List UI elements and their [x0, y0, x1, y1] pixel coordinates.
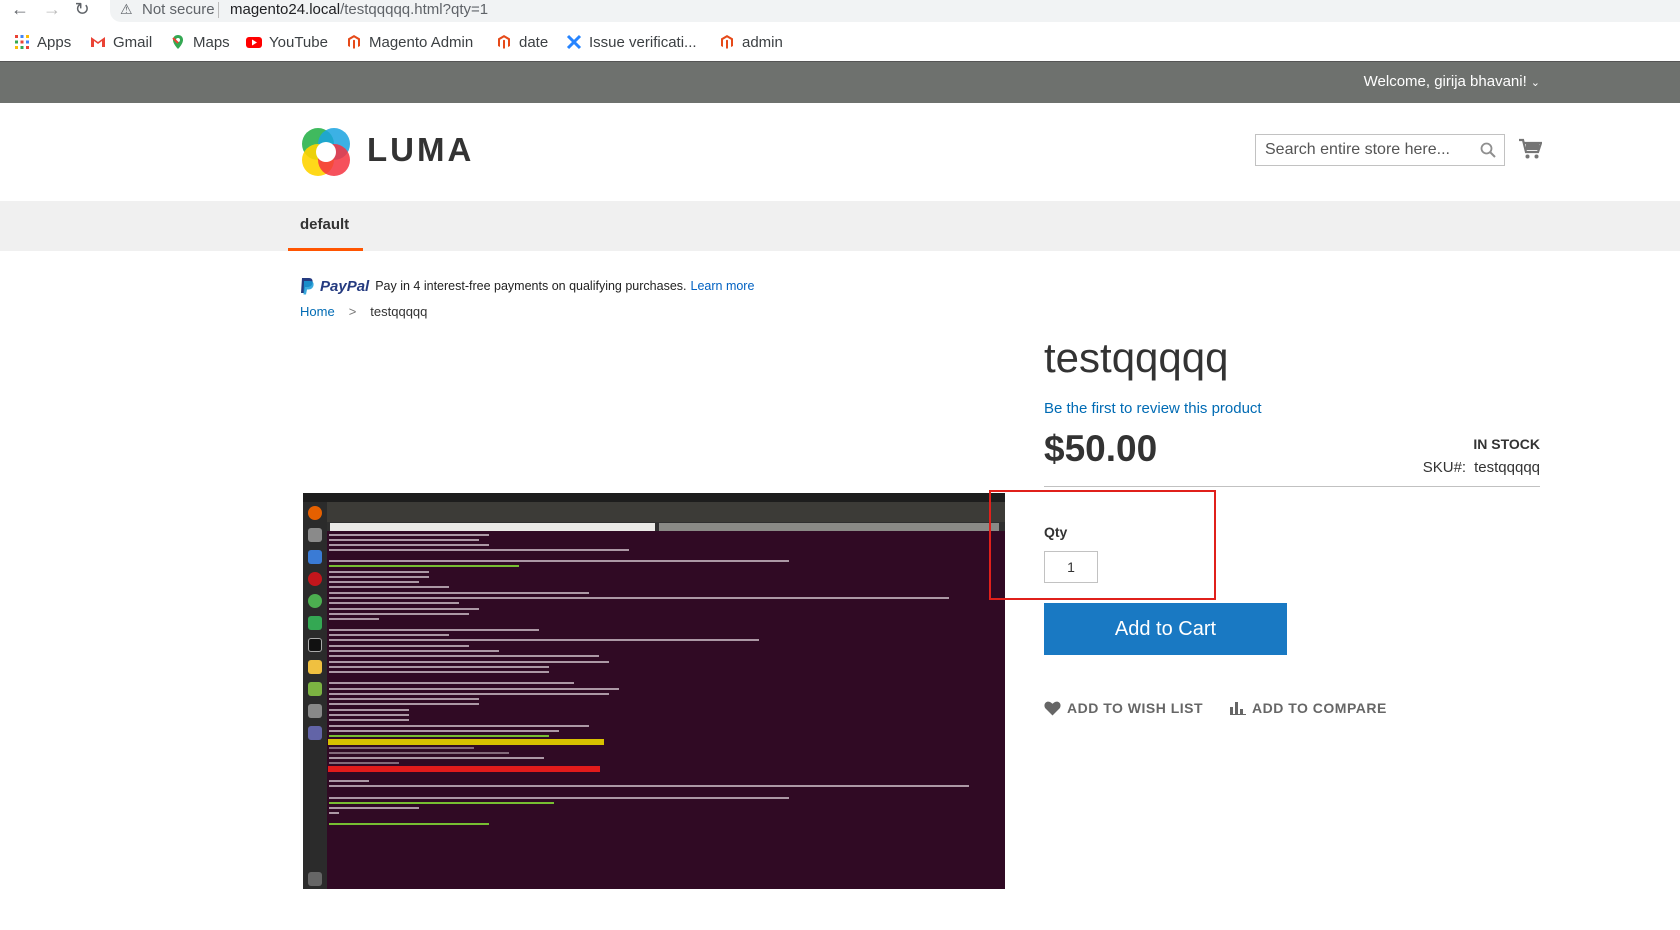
add-to-cart-button[interactable]: Add to Cart: [1044, 603, 1287, 655]
search-placeholder: Search entire store here...: [1265, 141, 1450, 158]
url-separator: [218, 2, 219, 18]
magento-icon: [496, 34, 512, 50]
paypal-brand: PayPal: [320, 277, 370, 295]
bookmark-admin[interactable]: admin: [719, 32, 783, 52]
customer-menu[interactable]: Welcome, girija bhavani! ⌄: [1364, 73, 1540, 90]
url-host: magento24.local: [230, 1, 341, 18]
bookmark-label: YouTube: [269, 33, 328, 51]
paypal-logo-icon: [300, 277, 314, 295]
chevron-down-icon: ⌄: [1530, 77, 1540, 89]
logo-text[interactable]: LUMA: [367, 131, 474, 169]
image-desktop-topbar: [303, 493, 1005, 502]
bookmark-label: Issue verificati...: [589, 33, 697, 51]
bookmark-maps[interactable]: Maps: [170, 32, 230, 52]
maps-icon: [170, 34, 186, 50]
cart-icon[interactable]: [1518, 138, 1543, 160]
qty-label: Qty: [1044, 524, 1068, 540]
stock-status: IN STOCK: [1473, 436, 1540, 452]
main-navigation: default: [0, 201, 1680, 251]
luma-logo-icon[interactable]: [300, 126, 352, 178]
warning-icon: ⚠: [120, 1, 133, 17]
product-price: $50.00: [1044, 428, 1158, 469]
bookmark-youtube[interactable]: YouTube: [246, 32, 328, 52]
image-dock: [303, 502, 327, 889]
breadcrumb-separator: >: [348, 304, 357, 319]
search-input[interactable]: Search entire store here...: [1255, 134, 1505, 166]
search-icon[interactable]: [1480, 142, 1496, 158]
forward-arrow-icon[interactable]: →: [40, 0, 64, 20]
bookmark-label: Apps: [37, 33, 72, 51]
paypal-learn-more-link[interactable]: Learn more: [691, 279, 755, 293]
nav-item-label: default: [300, 216, 350, 233]
product-sku: SKU#: testqqqqq: [1423, 459, 1540, 476]
header-panel: Welcome, girija bhavani! ⌄: [0, 61, 1680, 103]
bookmark-label: Magento Admin: [369, 33, 474, 51]
breadcrumb-home-link[interactable]: Home: [300, 304, 335, 319]
bookmark-label: date: [519, 33, 549, 51]
highlight-annotation: [989, 490, 1216, 600]
gmail-icon: [90, 34, 106, 50]
url-text: magento24.local/testqqqqq.html?qty=1: [230, 1, 488, 18]
security-label: Not secure: [142, 1, 215, 18]
image-tabs: [327, 522, 1005, 531]
bookmark-issue-verification[interactable]: Issue verificati...: [566, 32, 697, 52]
magento-icon: [346, 34, 362, 50]
address-bar[interactable]: ⚠ Not secure magento24.local/testqqqqq.h…: [110, 0, 1680, 22]
product-image[interactable]: [303, 493, 1005, 889]
bookmark-label: Gmail: [113, 33, 153, 51]
paypal-message: PayPal Pay in 4 interest-free payments o…: [300, 276, 754, 296]
reload-icon[interactable]: ↻: [70, 0, 94, 20]
magento-icon: [719, 34, 735, 50]
sku-value: testqqqqq: [1474, 459, 1540, 476]
wishlist-label: ADD TO WISH LIST: [1067, 700, 1204, 716]
breadcrumb: Home > testqqqqq: [300, 304, 427, 319]
image-menubar: [327, 514, 1005, 522]
review-link[interactable]: Be the first to review this product: [1044, 400, 1262, 417]
bookmark-label: admin: [742, 33, 783, 51]
nav-item-default[interactable]: default: [288, 201, 363, 251]
apps-grid-icon: [14, 34, 30, 50]
paypal-text: Pay in 4 interest-free payments on quali…: [375, 279, 687, 293]
bookmarks-bar: Apps Gmail Maps YouTube Magento Admin da…: [0, 28, 1680, 56]
bar-chart-icon: [1230, 702, 1246, 715]
sku-label: SKU#:: [1422, 459, 1467, 476]
jira-icon: [566, 34, 582, 50]
info-divider: [1044, 486, 1540, 487]
browser-toolbar: ← → ↻ ⚠ Not secure magento24.local/testq…: [0, 0, 1680, 22]
back-arrow-icon[interactable]: ←: [8, 0, 32, 20]
image-window-titlebar: [327, 502, 1005, 514]
welcome-text: Welcome, girija bhavani!: [1363, 73, 1527, 90]
breadcrumb-current: testqqqqq: [370, 304, 428, 319]
bookmark-gmail[interactable]: Gmail: [90, 32, 152, 52]
bookmark-label: Maps: [193, 33, 230, 51]
add-to-compare-link[interactable]: ADD TO COMPARE: [1230, 700, 1387, 716]
heart-icon: [1044, 701, 1061, 715]
bookmark-date[interactable]: date: [496, 32, 548, 52]
product-title: testqqqqq: [1044, 334, 1229, 381]
bookmark-magento-admin[interactable]: Magento Admin: [346, 32, 473, 52]
compare-label: ADD TO COMPARE: [1252, 700, 1387, 716]
url-path: /testqqqqq.html?qty=1: [340, 1, 489, 18]
bookmark-apps[interactable]: Apps: [14, 32, 71, 52]
qty-input[interactable]: 1: [1044, 551, 1098, 583]
add-to-wishlist-link[interactable]: ADD TO WISH LIST: [1044, 700, 1203, 716]
youtube-icon: [246, 34, 262, 50]
